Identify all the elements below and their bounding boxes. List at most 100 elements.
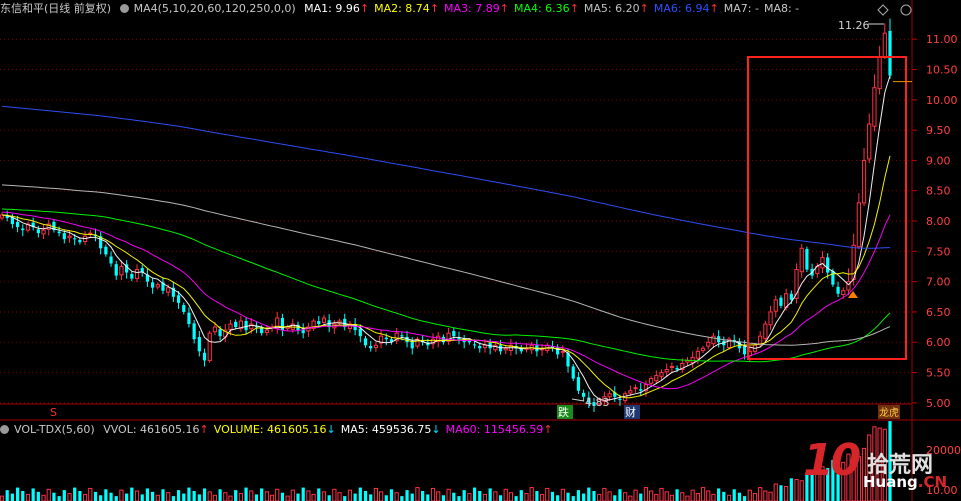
volume-bar: [478, 490, 482, 501]
candle-body: [134, 269, 140, 280]
volume-bar: [675, 489, 679, 501]
candle-body: [690, 356, 695, 364]
volume-bar: [130, 487, 134, 501]
ma-legend-item-6: MA7: -: [723, 2, 759, 15]
volume-bar: [758, 487, 763, 501]
volume-bar: [88, 487, 93, 501]
volume-bar: [327, 495, 331, 501]
main-chart-header: 东信和平(日线 前复权) MA4(5,10,20,60,120,250,0,0)…: [0, 0, 809, 17]
candle-body: [400, 335, 404, 337]
candle-body: [15, 221, 20, 228]
volume-bar: [306, 490, 311, 501]
candle-body: [192, 323, 196, 340]
candle-body: [472, 344, 477, 346]
candle-body: [452, 330, 456, 337]
volume-bar: [15, 487, 20, 501]
volume-bar: [446, 488, 451, 501]
volume-bar: [301, 487, 305, 501]
price-tick-label: 5.50: [926, 367, 951, 380]
low-price-pointer: [571, 398, 585, 402]
ma-legend-item-7: MA8: -: [763, 2, 800, 15]
candle-body: [700, 347, 706, 352]
volume-bar: [52, 492, 56, 501]
volume-bar: [187, 487, 191, 501]
volume-bar: [25, 493, 31, 501]
volume-bar: [202, 488, 207, 501]
candle-body: [498, 345, 503, 352]
expand-icon: [877, 4, 889, 16]
window-toggle-icon[interactable]: [900, 4, 912, 16]
candle-body: [482, 344, 488, 349]
volume-bar: [73, 487, 77, 501]
candle-body: [182, 305, 186, 312]
settings-gear-icon[interactable]: [0, 425, 9, 434]
volume-bar: [680, 492, 685, 501]
ma-indicator-name[interactable]: MA4(5,10,20,60,120,250,0,0): [134, 2, 296, 15]
candle-body: [861, 159, 867, 204]
volume-bar: [426, 494, 430, 501]
volume-bar: [234, 490, 238, 501]
volume-bar: [311, 493, 316, 501]
volume-bar: [524, 493, 529, 501]
volume-bar: [732, 489, 736, 501]
volume-bar: [166, 492, 171, 501]
volume-bar: [421, 490, 425, 501]
volume-bar: [109, 492, 113, 501]
volume-bar: [99, 495, 103, 501]
candle-body: [571, 366, 575, 379]
candle-body: [150, 282, 155, 288]
candle-body: [62, 233, 66, 240]
volume-bar: [238, 493, 243, 501]
volume-bar: [571, 496, 575, 501]
volume-bar: [618, 489, 622, 501]
candle-body: [207, 332, 212, 361]
volume-bar: [337, 492, 342, 501]
volume-bar: [384, 495, 388, 501]
candle-body: [758, 335, 763, 345]
volume-bar: [587, 487, 591, 501]
candle-body: [202, 352, 207, 361]
volume-bar: [529, 487, 534, 501]
volume-bar: [254, 494, 259, 501]
candle-body: [321, 317, 327, 324]
volume-bar: [5, 490, 9, 501]
volume-bar: [197, 494, 201, 501]
volume-bar: [296, 493, 300, 501]
volume-bar: [82, 493, 88, 501]
volume-bar: [498, 495, 503, 501]
candle-body: [228, 323, 233, 330]
volume-bar: [93, 491, 98, 501]
candle-body: [882, 32, 887, 58]
candle-body: [659, 372, 664, 377]
candle-body: [78, 239, 82, 243]
candle-body: [618, 398, 622, 400]
candle-body: [633, 387, 638, 390]
volume-bar: [317, 488, 321, 501]
volume-bar: [140, 494, 144, 501]
volume-bar: [321, 491, 327, 501]
volume-bar: [62, 490, 66, 501]
volume-bar: [244, 487, 248, 501]
volume-bar: [779, 485, 783, 501]
settings-gear-icon[interactable]: [119, 4, 129, 13]
candle-body: [317, 321, 321, 325]
ma-line-ma6: [1, 105, 891, 249]
volume-bar: [643, 487, 649, 501]
volume-bar: [249, 490, 254, 501]
volume-bar: [207, 491, 212, 501]
candle-body: [742, 346, 747, 355]
volume-legend: VVOL: 461605.16↑ VOLUME: 461605.16↓ MA5: 4…: [103, 423, 557, 436]
volume-bar: [21, 490, 25, 501]
volume-indicator-name[interactable]: VOL-TDX(5,60): [14, 423, 95, 436]
volume-bar: [171, 496, 175, 501]
volume-bar: [415, 487, 420, 501]
volume-bar: [405, 490, 409, 501]
volume-legend-item-3: MA60: 115456.59↑: [445, 423, 553, 436]
volume-bar: [369, 494, 373, 501]
volume-bar: [768, 491, 773, 501]
volume-bar: [31, 488, 35, 501]
candle-body: [197, 337, 201, 352]
candle-body: [249, 323, 254, 330]
candle-body: [166, 287, 171, 293]
price-tick-label: 6.50: [926, 306, 951, 319]
